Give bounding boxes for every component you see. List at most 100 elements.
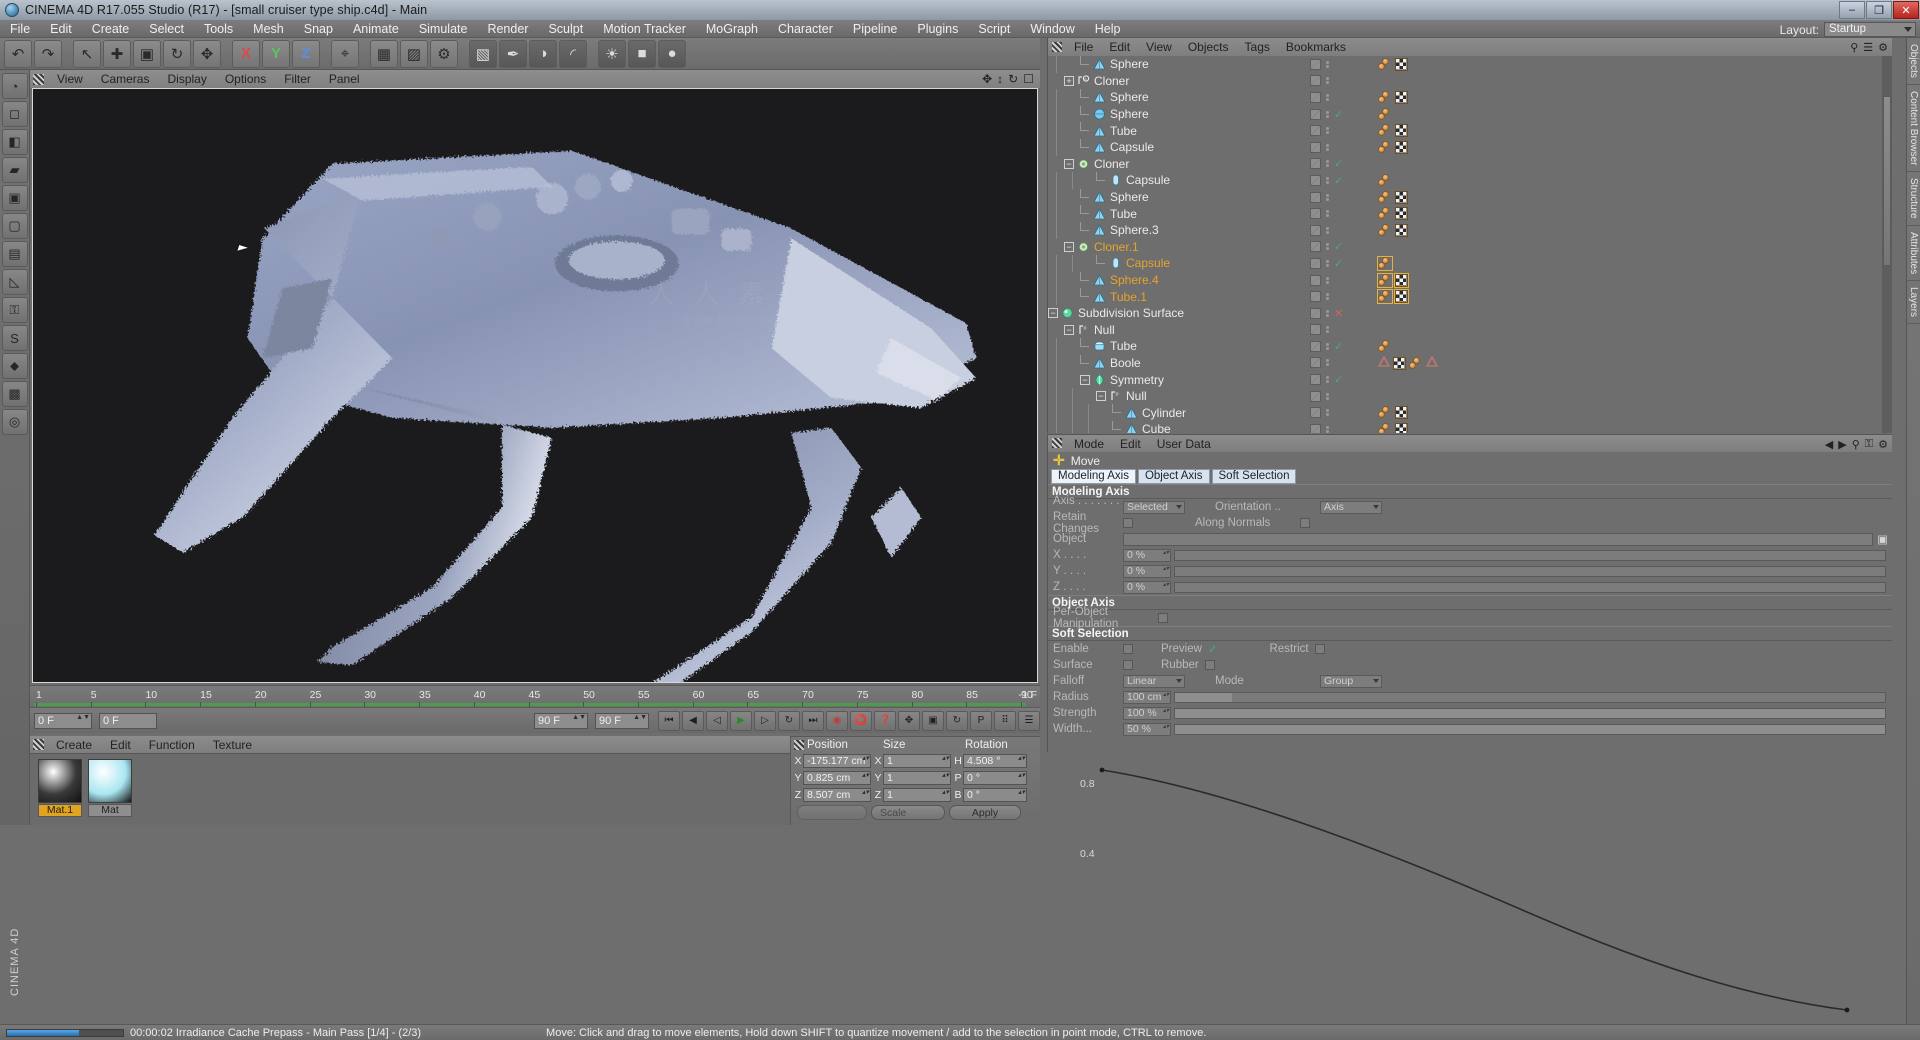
world-object-coord-button[interactable]: ⌖ [331,39,359,68]
lock-axis-tool[interactable]: ⚿ [1,297,28,323]
visibility-toggle-icon[interactable] [1310,75,1321,87]
menu-item-render[interactable]: Render [477,20,538,38]
visibility-toggle-icon[interactable] [1310,324,1321,336]
stepper-icon[interactable]: ▴▾ [1163,582,1169,588]
menu-item-mograph[interactable]: MoGraph [696,20,768,38]
material-tag-icon[interactable] [1378,124,1392,137]
texture-tag-icon[interactable] [1395,207,1408,221]
size-field[interactable]: 1 ▴▾ [883,753,951,768]
object-menu-items[interactable]: File Edit View Objects Tags Bookmarks [1066,40,1354,54]
property-select-2[interactable]: Axis [1320,500,1382,514]
visibility-toggle-icon[interactable] [1310,125,1321,137]
record-keyframe-button[interactable]: ◉ [826,710,848,731]
material-tag-icon[interactable] [1378,273,1392,287]
material-menu-edit[interactable]: Edit [101,738,140,752]
attribute-manager-menu[interactable]: Mode Edit User Data ◀ ▶ ⚲ ⚿ ⚙ [1048,435,1892,452]
object-row-columns[interactable]: ✓ [1310,338,1344,355]
param-key-button[interactable]: P [970,710,992,731]
object-row[interactable]: + o Cloner [1048,73,1893,90]
dock-tab-layers[interactable]: Layers [1907,281,1920,325]
object-tags[interactable] [1378,173,1392,188]
attribute-menu-edit[interactable]: Edit [1112,437,1149,451]
property-row[interactable]: Per-Object Manipulation [1048,606,1892,630]
property-row[interactable]: Falloff Linear Mode Group [1048,673,1892,689]
viewport-menu-view[interactable]: View [48,70,92,88]
material-menu-items[interactable]: Create Edit Function Texture [47,738,261,752]
material-menu-function[interactable]: Function [140,738,204,752]
menu-item-window[interactable]: Window [1020,20,1084,38]
property-row[interactable]: Z . . . . 0 % ▴▾ [1048,579,1892,595]
attribute-tab-modeling-axis[interactable]: Modeling Axis [1051,469,1136,484]
property-row[interactable]: Strength 100 % ▴▾ [1048,705,1892,721]
object-tags[interactable] [1378,140,1408,155]
menu-item-pipeline[interactable]: Pipeline [843,20,907,38]
object-row[interactable]: − Subdivision Surface ✕ [1048,305,1893,322]
object-label[interactable]: Subdivision Surface [1078,306,1184,320]
material-tag-icon[interactable] [1378,406,1392,419]
collapse-icon[interactable]: − [1064,158,1074,169]
material-tag-icon[interactable] [1378,257,1392,270]
coord-scale-select[interactable]: Scale [871,805,945,820]
material-tag-icon[interactable] [1378,290,1392,303]
object-row[interactable]: Tube.1 [1048,288,1893,305]
object-label[interactable]: Sphere [1110,190,1149,204]
enabled-check-icon[interactable]: ✓ [1334,373,1344,386]
sphere-wire-icon[interactable] [1092,223,1106,237]
cube-wire-icon[interactable] [1124,422,1138,433]
play-button[interactable]: ▶ [730,710,752,731]
minimize-button[interactable]: – [1839,1,1865,19]
apply-button[interactable]: Apply [949,805,1021,820]
material-name[interactable]: Mat.1 [38,804,82,817]
viewport-menu-items[interactable]: View Cameras Display Options Filter Panel [48,70,369,88]
stepper-icon[interactable]: ▴▾ [1163,566,1169,572]
menu-item-select[interactable]: Select [139,20,194,38]
enabled-check-icon[interactable]: ✓ [1334,157,1344,170]
object-row[interactable]: − Cloner.1 ✓ [1048,239,1893,256]
sphere-solid-icon[interactable] [1092,107,1106,121]
menu-item-plugins[interactable]: Plugins [907,20,968,38]
coord-mode-button[interactable] [797,805,867,820]
coordinates-rows[interactable]: X -175.177 cm ▴▾ X 1 ▴▾ H 4.508 ° ▴▾ Y 0.825 cm ▴▾ Y… [791,752,1040,803]
camera-button[interactable]: ■ [628,39,656,68]
left-tool-palette[interactable]: ◔ ◻ ◧ ▰ ▣ ▢ ▤ ◺ ⚿ S ⬥ ▩ ◎ [0,70,30,825]
texture-tag-icon[interactable] [1395,58,1408,71]
object-label[interactable]: Capsule [1126,256,1170,270]
visibility-dots-icon[interactable] [1326,226,1329,234]
timeline-range-bar[interactable] [34,703,1026,706]
falloff-graph[interactable]: 0.8 0.4 [1047,752,1892,1024]
object-label[interactable]: Cloner.1 [1094,240,1139,254]
object-row[interactable]: Capsule ✓ [1048,255,1893,272]
maximize-view-icon[interactable]: ☐ [1023,72,1034,86]
collapse-icon[interactable]: − [1048,308,1058,319]
viewport-menu-options[interactable]: Options [216,70,275,88]
stepper-icon[interactable]: ▴▾ [942,789,949,796]
viewport-menu-display[interactable]: Display [158,70,215,88]
forward-arrow-icon[interactable]: ▶ [1838,438,1846,451]
menu-item-edit[interactable]: Edit [40,20,82,38]
object-label[interactable]: Cloner [1094,157,1129,171]
menu-item-file[interactable]: File [0,20,40,38]
dock-tab-attributes[interactable]: Attributes [1907,226,1920,282]
object-tags[interactable] [1378,256,1392,271]
object-menu-tags[interactable]: Tags [1237,40,1278,54]
material-preview-sphere[interactable] [38,759,82,803]
object-tags[interactable] [1378,405,1408,420]
object-row-columns[interactable] [1310,388,1329,405]
property-slider[interactable] [1174,707,1886,719]
rotate-view-icon[interactable]: ↻ [1008,72,1018,86]
object-row[interactable]: Sphere ✓ [1048,105,1893,123]
panel-grip-icon[interactable] [33,74,44,85]
cloner-mograph-icon[interactable] [1076,240,1090,254]
viewport-menu-filter[interactable]: Filter [275,70,320,88]
object-tags[interactable] [1378,90,1408,105]
viewport-corner-icons[interactable]: ✥ ↕ ↻ ☐ [982,72,1034,86]
symmetry-icon[interactable] [1092,373,1106,387]
search-icon[interactable]: ⚲ [1852,438,1860,451]
material-tag-icon[interactable] [1378,174,1392,187]
material-tag-icon[interactable] [1378,91,1392,104]
stepper-icon[interactable]: ▴▾ [1018,789,1025,796]
visibility-toggle-icon[interactable] [1310,407,1321,419]
material-tag-icon[interactable] [1378,190,1392,204]
property-slider[interactable] [1174,549,1886,561]
property-value-field[interactable]: 100 % ▴▾ [1123,706,1171,720]
